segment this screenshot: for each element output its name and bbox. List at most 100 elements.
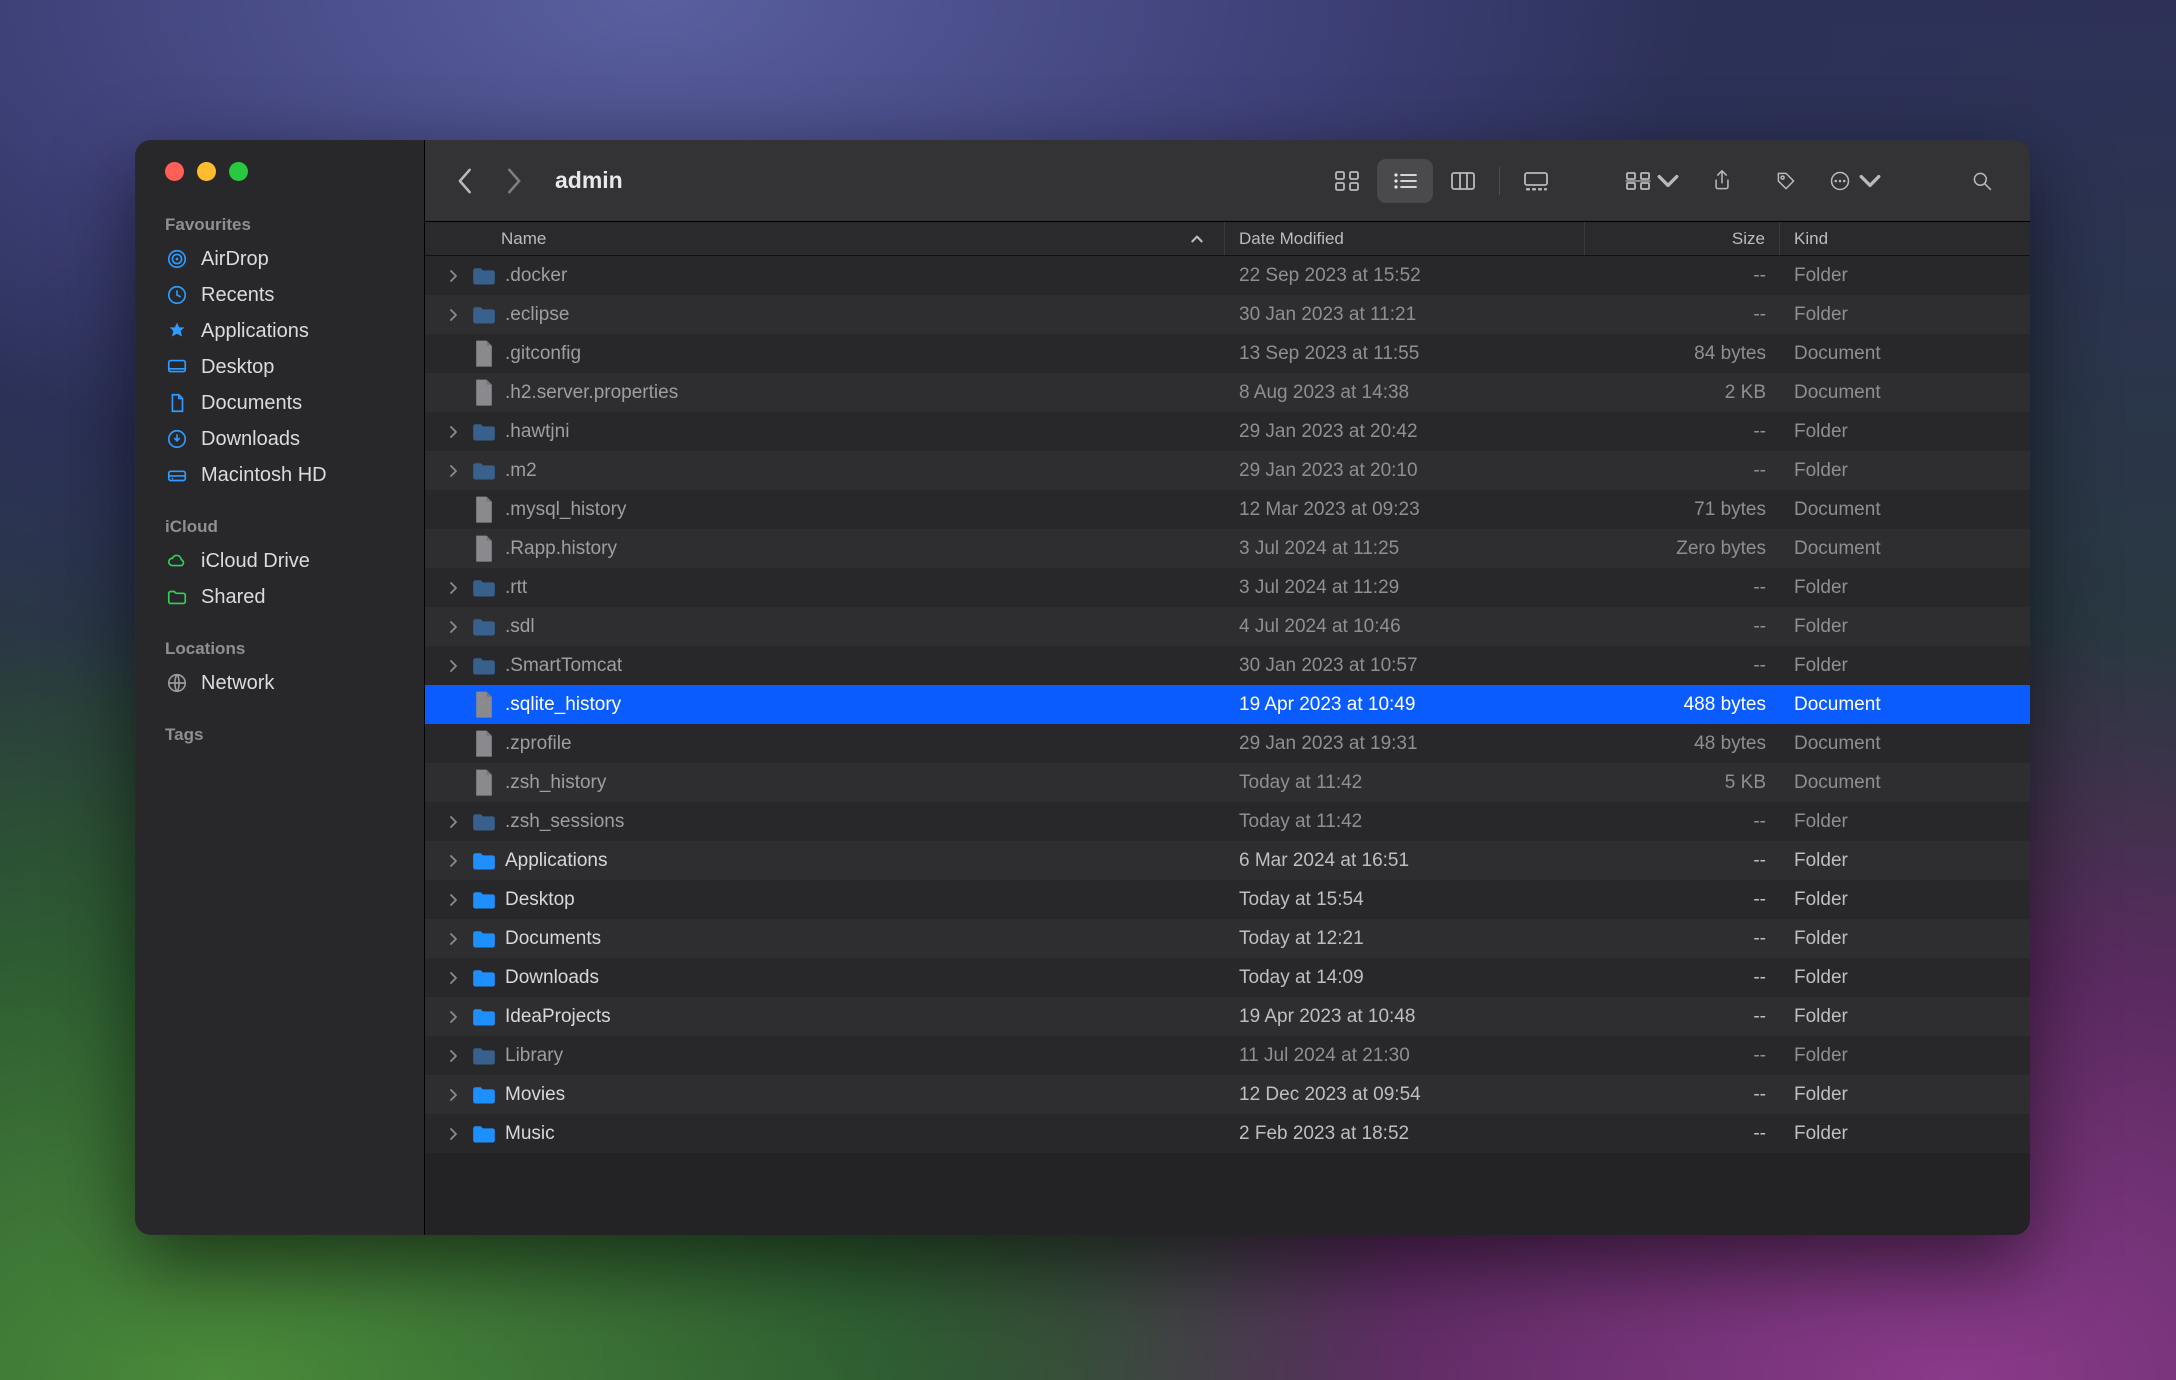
disclosure-triangle-icon[interactable] (445, 621, 463, 633)
file-row[interactable]: .sdl4 Jul 2024 at 10:46--Folder (425, 607, 2030, 646)
file-row[interactable]: IdeaProjects19 Apr 2023 at 10:48--Folder (425, 997, 2030, 1036)
disclosure-triangle-icon[interactable] (445, 1011, 463, 1023)
group-by-button[interactable] (1620, 159, 1686, 203)
disclosure-triangle-icon[interactable] (445, 816, 463, 828)
sidebar-item-macintosh-hd[interactable]: Macintosh HD (153, 457, 406, 493)
file-row[interactable]: .mysql_history12 Mar 2023 at 09:2371 byt… (425, 490, 2030, 529)
file-size: -- (1585, 1123, 1780, 1145)
file-row[interactable]: .sqlite_history19 Apr 2023 at 10:49488 b… (425, 685, 2030, 724)
sidebar-item-shared[interactable]: Shared (153, 579, 406, 615)
file-row[interactable]: .gitconfig13 Sep 2023 at 11:5584 bytesDo… (425, 334, 2030, 373)
sidebar-item-recents[interactable]: Recents (153, 277, 406, 313)
sidebar-item-label: Documents (201, 392, 302, 415)
file-row[interactable]: .m229 Jan 2023 at 20:10--Folder (425, 451, 2030, 490)
disclosure-triangle-icon[interactable] (445, 855, 463, 867)
file-kind: Folder (1780, 421, 2030, 443)
file-row[interactable]: .hawtjni29 Jan 2023 at 20:42--Folder (425, 412, 2030, 451)
sidebar-section-header[interactable]: Favourites (153, 209, 406, 241)
sidebar-item-applications[interactable]: Applications (153, 313, 406, 349)
disclosure-triangle-icon[interactable] (445, 465, 463, 477)
column-header-date[interactable]: Date Modified (1225, 222, 1585, 255)
forward-button[interactable] (493, 161, 533, 201)
file-date: 4 Jul 2024 at 10:46 (1225, 616, 1585, 638)
gallery-view-button[interactable] (1508, 159, 1564, 203)
search-button[interactable] (1954, 159, 2010, 203)
sidebar-item-downloads[interactable]: Downloads (153, 421, 406, 457)
disclosure-triangle-icon[interactable] (445, 1128, 463, 1140)
column-header-kind[interactable]: Kind (1780, 222, 2030, 255)
sidebar-item-label: Recents (201, 284, 274, 307)
file-date: 8 Aug 2023 at 14:38 (1225, 382, 1585, 404)
disclosure-triangle-icon[interactable] (445, 270, 463, 282)
file-size: -- (1585, 265, 1780, 287)
file-row[interactable]: .SmartTomcat30 Jan 2023 at 10:57--Folder (425, 646, 2030, 685)
sidebar-item-icloud-drive[interactable]: iCloud Drive (153, 543, 406, 579)
file-name: Desktop (505, 889, 575, 911)
close-window-button[interactable] (165, 162, 184, 181)
globe-icon (165, 671, 189, 695)
chevron-down-icon (1857, 170, 1883, 192)
disclosure-triangle-icon[interactable] (445, 309, 463, 321)
sidebar-section-header[interactable]: Locations (153, 633, 406, 665)
column-header-size[interactable]: Size (1585, 222, 1780, 255)
file-row[interactable]: DesktopToday at 15:54--Folder (425, 880, 2030, 919)
file-date: Today at 11:42 (1225, 772, 1585, 794)
file-row[interactable]: DownloadsToday at 14:09--Folder (425, 958, 2030, 997)
file-date: 29 Jan 2023 at 19:31 (1225, 733, 1585, 755)
list-view-button[interactable] (1377, 159, 1433, 203)
file-row[interactable]: DocumentsToday at 12:21--Folder (425, 919, 2030, 958)
tags-button[interactable] (1758, 159, 1814, 203)
sidebar-item-desktop[interactable]: Desktop (153, 349, 406, 385)
file-list: .docker22 Sep 2023 at 15:52--Folder.ecli… (425, 256, 2030, 1235)
sidebar-item-airdrop[interactable]: AirDrop (153, 241, 406, 277)
disclosure-triangle-icon[interactable] (445, 972, 463, 984)
disclosure-triangle-icon[interactable] (445, 426, 463, 438)
sidebar-item-network[interactable]: Network (153, 665, 406, 701)
file-size: -- (1585, 850, 1780, 872)
file-size: -- (1585, 1084, 1780, 1106)
file-row[interactable]: .rtt3 Jul 2024 at 11:29--Folder (425, 568, 2030, 607)
file-row[interactable]: .zsh_historyToday at 11:425 KBDocument (425, 763, 2030, 802)
file-row[interactable]: .zsh_sessionsToday at 11:42--Folder (425, 802, 2030, 841)
sidebar-section-header[interactable]: Tags (153, 719, 406, 751)
sidebar-item-documents[interactable]: Documents (153, 385, 406, 421)
file-name: .Rapp.history (505, 538, 617, 560)
disclosure-triangle-icon[interactable] (445, 660, 463, 672)
file-row[interactable]: Music2 Feb 2023 at 18:52--Folder (425, 1114, 2030, 1153)
minimize-window-button[interactable] (197, 162, 216, 181)
file-kind: Folder (1780, 889, 2030, 911)
view-switcher (1319, 159, 1564, 203)
document-icon (471, 499, 497, 521)
folder-icon (471, 616, 497, 638)
window-controls (135, 162, 424, 181)
file-row[interactable]: Library11 Jul 2024 at 21:30--Folder (425, 1036, 2030, 1075)
folder-icon (471, 577, 497, 599)
disclosure-triangle-icon[interactable] (445, 933, 463, 945)
disclosure-triangle-icon[interactable] (445, 1050, 463, 1062)
column-header-name-label: Name (501, 229, 546, 249)
action-menu-button[interactable] (1822, 159, 1888, 203)
disclosure-triangle-icon[interactable] (445, 1089, 463, 1101)
file-name: .SmartTomcat (505, 655, 622, 677)
back-button[interactable] (445, 161, 485, 201)
share-button[interactable] (1694, 159, 1750, 203)
file-row[interactable]: .eclipse30 Jan 2023 at 11:21--Folder (425, 295, 2030, 334)
file-row[interactable]: .zprofile29 Jan 2023 at 19:3148 bytesDoc… (425, 724, 2030, 763)
icon-view-button[interactable] (1319, 159, 1375, 203)
disclosure-triangle-icon[interactable] (445, 582, 463, 594)
fullscreen-window-button[interactable] (229, 162, 248, 181)
file-row[interactable]: Movies12 Dec 2023 at 09:54--Folder (425, 1075, 2030, 1114)
chevron-down-icon (1655, 170, 1681, 192)
toolbar-divider (1499, 167, 1500, 195)
sidebar-section-header[interactable]: iCloud (153, 511, 406, 543)
column-view-button[interactable] (1435, 159, 1491, 203)
file-row[interactable]: Applications6 Mar 2024 at 16:51--Folder (425, 841, 2030, 880)
file-row[interactable]: .docker22 Sep 2023 at 15:52--Folder (425, 256, 2030, 295)
file-name: .docker (505, 265, 567, 287)
file-row[interactable]: .Rapp.history3 Jul 2024 at 11:25Zero byt… (425, 529, 2030, 568)
file-date: 11 Jul 2024 at 21:30 (1225, 1045, 1585, 1067)
column-header-name[interactable]: Name (425, 222, 1225, 255)
folder-icon (471, 421, 497, 443)
file-row[interactable]: .h2.server.properties8 Aug 2023 at 14:38… (425, 373, 2030, 412)
disclosure-triangle-icon[interactable] (445, 894, 463, 906)
